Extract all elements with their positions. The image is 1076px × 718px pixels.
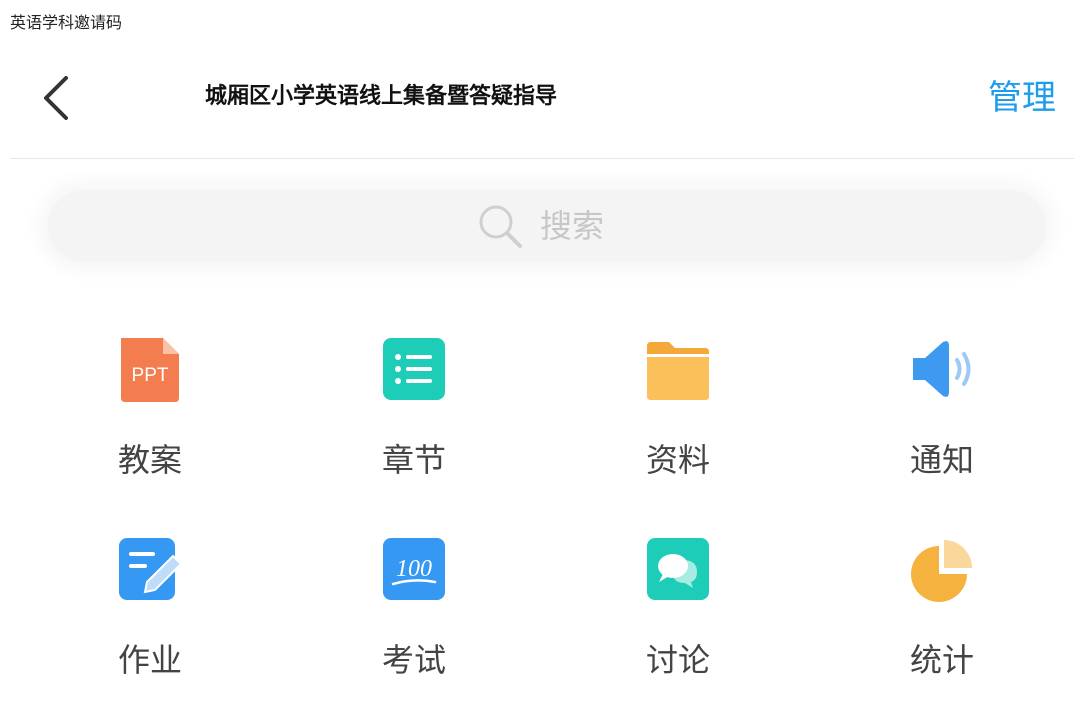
module-discussion[interactable]: 讨论 <box>548 530 808 690</box>
discussion-icon <box>647 538 709 600</box>
module-label: 资料 <box>645 441 710 479</box>
manage-button[interactable]: 管理 <box>988 74 1056 122</box>
module-label: 考试 <box>381 641 446 679</box>
folder-icon <box>647 342 709 400</box>
module-lesson-plan[interactable]: PPT 教案 <box>20 330 280 490</box>
page-title: 城厢区小学英语线上集备暨答疑指导 <box>205 84 558 109</box>
module-label: 章节 <box>381 441 446 479</box>
search-placeholder: 搜索 <box>540 207 605 245</box>
speaker-icon <box>913 341 971 397</box>
module-label: 讨论 <box>645 641 710 679</box>
exam-icon-text: 100 <box>396 556 432 582</box>
ppt-icon: PPT <box>121 338 179 402</box>
header: 城厢区小学英语线上集备暨答疑指导 管理 <box>0 60 1076 160</box>
module-materials[interactable]: 资料 <box>548 330 808 490</box>
module-label: 通知 <box>909 441 974 479</box>
module-label: 统计 <box>909 641 974 679</box>
search-bar[interactable]: 搜索 <box>48 190 1046 262</box>
module-label: 作业 <box>117 641 182 679</box>
list-icon <box>383 338 445 400</box>
back-button[interactable] <box>34 74 78 122</box>
exam-icon: 100 <box>383 538 445 600</box>
module-notices[interactable]: 通知 <box>812 330 1072 490</box>
module-label: 教案 <box>117 441 182 479</box>
ppt-icon-text: PPT <box>132 365 169 386</box>
module-chapters[interactable]: 章节 <box>284 330 544 490</box>
caption: 英语学科邀请码 <box>10 13 123 32</box>
module-homework[interactable]: 作业 <box>20 530 280 690</box>
module-statistics[interactable]: 统计 <box>812 530 1072 690</box>
homework-icon <box>119 538 183 600</box>
header-divider <box>10 158 1074 159</box>
search-icon <box>479 205 522 248</box>
page: 英语学科邀请码 城厢区小学英语线上集备暨答疑指导 管理 搜索 PPT 教案 章节… <box>0 0 1076 718</box>
chevron-left-icon <box>44 76 68 120</box>
pie-chart-icon <box>911 540 972 602</box>
module-exam[interactable]: 100 考试 <box>284 530 544 690</box>
